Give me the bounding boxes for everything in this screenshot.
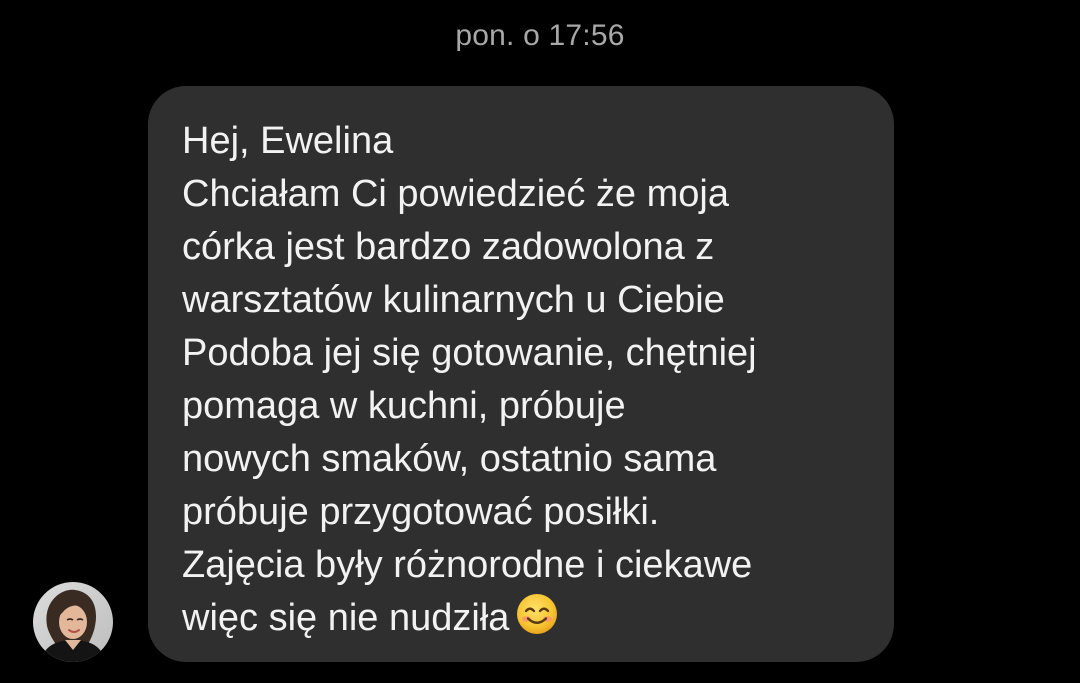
- message-line: Podoba jej się gotowanie, chętniej: [182, 332, 757, 374]
- message-line: nowych smaków, ostatnio sama: [182, 438, 717, 480]
- sender-avatar[interactable]: [33, 582, 113, 662]
- message-line: Hej, Ewelina: [182, 120, 394, 162]
- smiling-face-emoji-icon: [517, 594, 558, 634]
- message-line: córka jest bardzo zadowolona z: [182, 226, 715, 268]
- message-line: Zajęcia były różnorodne i ciekawe: [182, 544, 753, 586]
- message-last-line: więc się nie nudziła: [182, 592, 874, 645]
- avatar-photo: [33, 582, 113, 662]
- message-line: warsztatów kulinarnych u Ciebie: [182, 279, 725, 321]
- message-line: pomaga w kuchni, próbuje: [182, 385, 626, 427]
- message-timestamp: pon. o 17:56: [455, 19, 625, 52]
- message-line: więc się nie nudziła: [182, 597, 510, 639]
- message-bubble[interactable]: Hej, Ewelina Chciałam Ci powiedzieć że m…: [148, 86, 894, 662]
- message-line: Chciałam Ci powiedzieć że moja: [182, 173, 729, 215]
- message-line: próbuje przygotować posiłki.: [182, 491, 660, 533]
